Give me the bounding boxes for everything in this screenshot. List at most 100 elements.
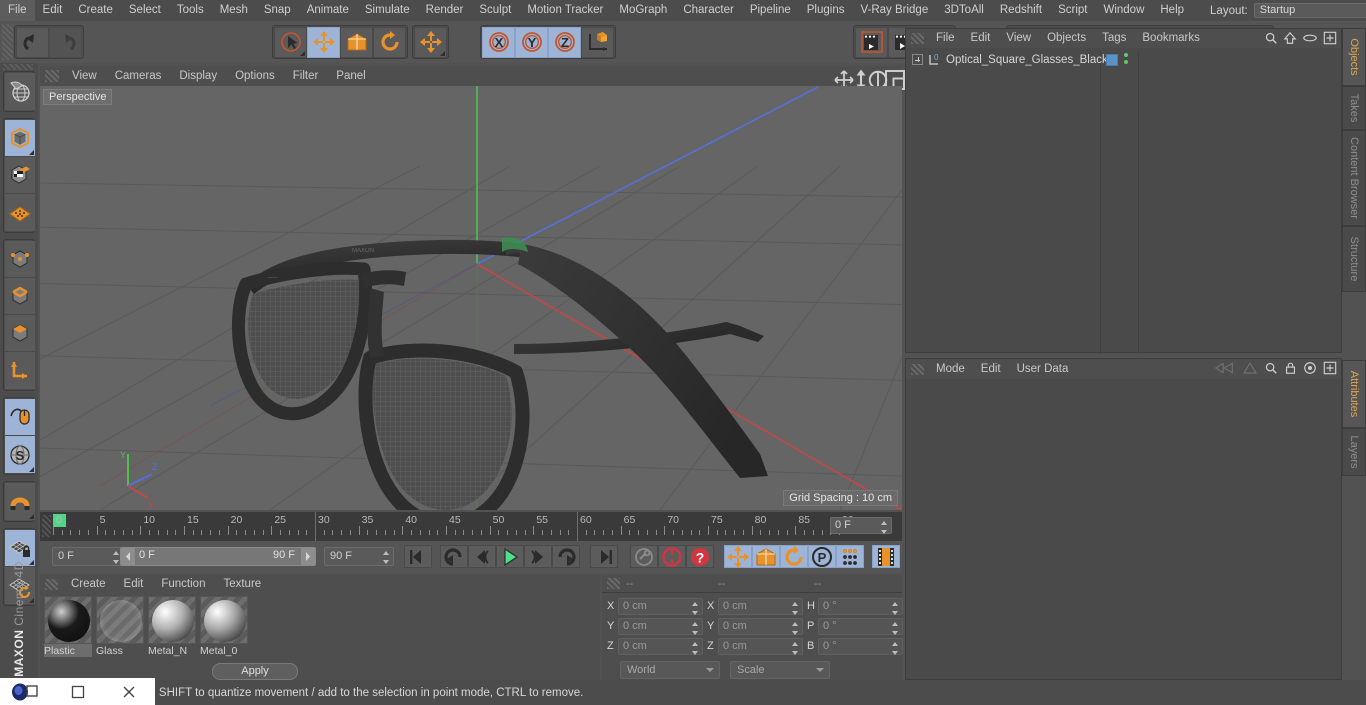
viewport-menu-display[interactable]: Display [170,66,226,86]
submenu-corner-icon[interactable] [300,50,305,56]
live-selection-button[interactable] [274,26,307,58]
stepper-icon[interactable] [881,521,888,534]
attrmgr-menu-user-data[interactable]: User Data [1009,359,1077,379]
stepper-icon[interactable] [792,641,799,655]
menu-script[interactable]: Script [1050,0,1095,21]
app-blob-icon[interactable] [0,678,52,705]
menu-snap[interactable]: Snap [256,0,299,21]
objmgr-menu-view[interactable]: View [998,29,1039,48]
key-position-button[interactable] [724,545,752,568]
objmgr-menu-edit[interactable]: Edit [963,29,999,48]
coord-pos-y-field[interactable]: 0 cm [618,617,703,635]
menu-render[interactable]: Render [418,0,472,21]
coord-apply-button[interactable]: Apply [212,663,298,680]
key-scale-button[interactable] [752,545,780,568]
go-to-end-button[interactable] [590,545,618,568]
object-visibility-dots[interactable] [1124,53,1128,67]
left-toolbar-grip[interactable] [3,64,33,70]
play-button[interactable] [496,545,524,568]
viewport-menu-panel[interactable]: Panel [327,66,374,86]
viewport-canvas[interactable]: MAXON ⎯⎯⎯⎯ Y Z X Perspective Grid Spacin… [40,86,902,510]
timeline-grip[interactable] [42,515,51,537]
rotate-button[interactable] [373,26,406,58]
menu-v-ray-bridge[interactable]: V-Ray Bridge [852,0,936,21]
stepper-icon[interactable] [692,641,699,655]
key-point-level-button[interactable] [836,545,864,568]
coord-pos-z-field[interactable]: 0 cm [618,637,703,655]
objmgr-menu-objects[interactable]: Objects [1039,29,1094,48]
polygons-mode-button[interactable] [5,315,35,352]
stepper-icon[interactable] [892,621,899,635]
visibility-dot-render[interactable] [1124,60,1128,64]
coord-size-y-field[interactable]: 0 cm [718,617,803,635]
home-icon[interactable] [1283,31,1297,48]
material-preview-metal_n[interactable] [148,596,196,644]
range-start-handle[interactable] [121,548,135,565]
panel-tab-content-browser[interactable]: Content Browser [1342,130,1366,226]
visibility-dot-editor[interactable] [1124,53,1128,57]
submenu-corner-icon[interactable] [29,467,34,472]
autokeying-button[interactable] [658,545,686,568]
search-icon[interactable] [1264,361,1278,378]
menu-help[interactable]: Help [1152,0,1192,21]
viewport-menu-cameras[interactable]: Cameras [106,66,171,86]
matmgr-menu-function[interactable]: Function [152,575,214,594]
texture-mode-button[interactable] [5,157,35,194]
panel-tab-attributes[interactable]: Attributes [1342,360,1366,428]
world-object-coord-button[interactable] [581,26,614,58]
attrmgr-menu-edit[interactable]: Edit [973,359,1009,379]
material-preview-plastic[interactable] [44,596,92,644]
nav-up-icon[interactable] [1242,361,1258,378]
menu-motion-tracker[interactable]: Motion Tracker [519,0,611,21]
coord-pos-x-field[interactable]: 0 cm [618,597,703,615]
coord-size-z-field[interactable]: 0 cm [718,637,803,655]
stepper-icon[interactable] [692,601,699,615]
menu-select[interactable]: Select [121,0,169,21]
undo-button[interactable] [16,26,49,58]
key-rotation-button[interactable] [780,545,808,568]
search-icon[interactable] [1264,31,1278,48]
menu-tools[interactable]: Tools [169,0,212,21]
stepper-icon[interactable] [113,551,120,564]
material-manager-grip[interactable] [45,579,58,590]
menu-redshift[interactable]: Redshift [992,0,1050,21]
matmgr-menu-texture[interactable]: Texture [214,575,270,594]
coord-size-x-field[interactable]: 0 cm [718,597,803,615]
render-view-button[interactable] [855,26,888,58]
objmgr-menu-bookmarks[interactable]: Bookmarks [1134,29,1208,48]
panel-tab-takes[interactable]: Takes [1342,86,1366,130]
menu-mesh[interactable]: Mesh [212,0,256,21]
viewport-menu-filter[interactable]: Filter [284,66,328,86]
submenu-corner-icon[interactable] [29,150,34,155]
maximize-view-icon[interactable] [883,68,905,90]
key-parameter-button[interactable]: P [808,545,836,568]
timeline-frame-field[interactable]: 0 F [830,517,892,534]
attrmgr-menu-mode[interactable]: Mode [928,359,973,379]
material-item-plastic[interactable]: Plastic [44,596,92,657]
workplane-mode-button[interactable]: S [5,436,35,473]
panel-tab-layers[interactable]: Layers [1342,428,1366,476]
previous-keyframe-button[interactable] [440,545,468,568]
attribute-manager-grip[interactable] [911,363,924,375]
stepper-icon[interactable] [892,641,899,655]
next-keyframe-button[interactable] [552,545,580,568]
timeline-ruler[interactable]: 051015202530354045505560657075808590 [53,512,854,541]
range-end-handle[interactable] [301,548,315,565]
coord-rot-p-field[interactable]: 0 ° [818,617,903,635]
material-item-metal_0[interactable]: Metal_0 [200,596,248,657]
close-window-icon[interactable] [103,678,155,705]
make-editable-button[interactable] [5,73,35,110]
coord-rot-h-field[interactable]: 0 ° [818,597,903,615]
enable-snapping-button[interactable] [5,399,35,436]
plus-box-icon[interactable] [1323,361,1337,378]
dolly-icon[interactable] [849,68,866,91]
timeline-ruler-bar[interactable]: 051015202530354045505560657075808590 [40,512,902,541]
submenu-corner-icon[interactable] [440,50,445,56]
free-move-button[interactable] [414,26,447,58]
max-frame-field[interactable]: 90 F [324,547,394,566]
coordinates-grip[interactable] [607,578,620,589]
stepper-icon[interactable] [792,621,799,635]
scale-button[interactable] [340,26,373,58]
edges-mode-button[interactable] [5,278,35,315]
menu-create[interactable]: Create [70,0,121,21]
